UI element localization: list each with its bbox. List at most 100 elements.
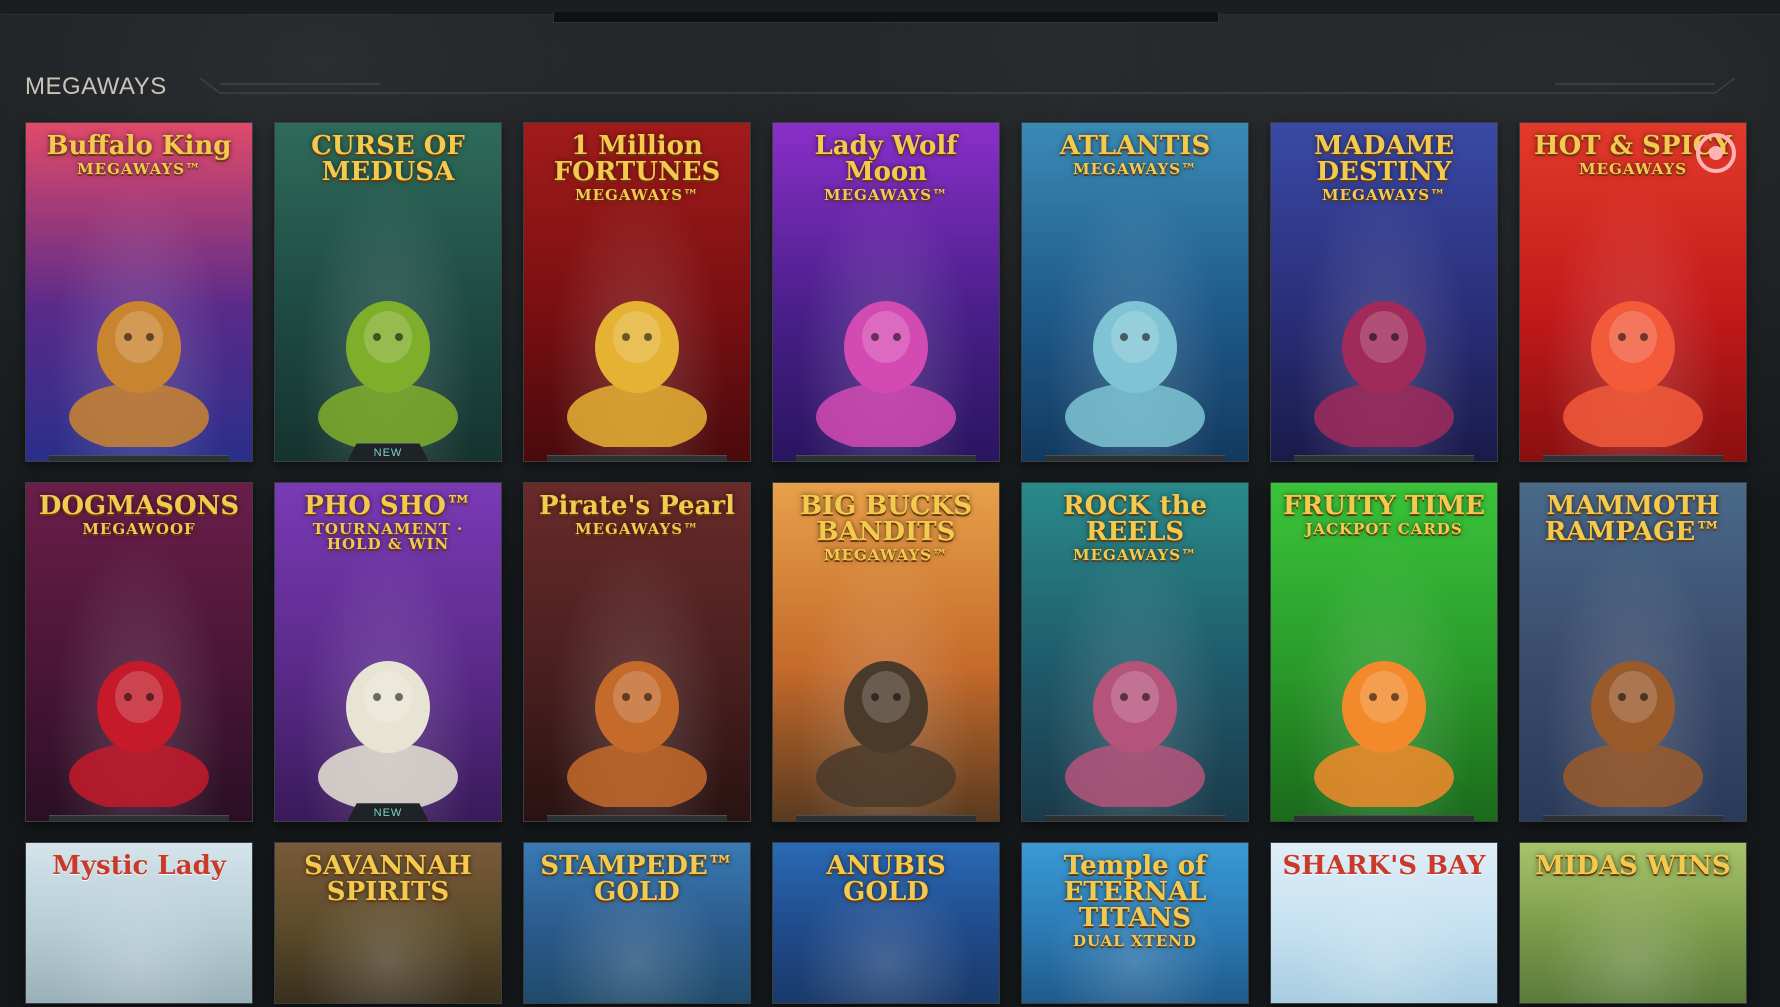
tile-dogmasons-megawoof[interactable]: DOGMASONS MEGAWOOF — [25, 482, 253, 822]
tile-bottom-tab — [49, 815, 229, 821]
tile-bottom-tab — [796, 455, 976, 461]
game-title: Mystic Lady — [26, 853, 252, 879]
tile-bottom-tab — [1045, 455, 1225, 461]
game-title-main: MAMMOTH RAMPAGE™ — [1544, 491, 1722, 547]
tile-sharks-bay[interactable]: SHARK'S BAY — [1270, 842, 1498, 1004]
game-character-art — [69, 301, 209, 447]
tile-big-bucks-bandits-megaways[interactable]: BIG BUCKS BANDITS MEGAWAYS™ — [772, 482, 1000, 822]
game-character-art — [318, 301, 458, 447]
tile-rock-the-reels-megaways[interactable]: ROCK the REELS MEGAWAYS™ — [1021, 482, 1249, 822]
game-title-sub: DUAL XTEND — [1073, 932, 1197, 950]
game-title: 1 Million FORTUNES MEGAWAYS™ — [524, 133, 750, 203]
game-character-art — [1314, 661, 1454, 807]
game-character-art — [318, 661, 458, 807]
game-title: ATLANTIS MEGAWAYS™ — [1022, 133, 1248, 177]
game-title-main: Buffalo King — [46, 131, 232, 161]
tile-lady-wolf-moon-megaways[interactable]: Lady Wolf Moon MEGAWAYS™ — [772, 122, 1000, 462]
new-badge: NEW — [347, 443, 429, 461]
game-title-main: Pirate's Pearl — [539, 491, 735, 521]
tile-bottom-tab — [547, 815, 727, 821]
game-title: DOGMASONS MEGAWOOF — [26, 493, 252, 537]
game-character-art — [567, 661, 707, 807]
game-title: FRUITY TIME JACKPOT CARDS — [1271, 493, 1497, 537]
tile-buffalo-king-megaways[interactable]: Buffalo King MEGAWAYS™ — [25, 122, 253, 462]
game-character-art — [1314, 301, 1454, 447]
tile-bottom-tab — [49, 455, 229, 461]
tile-curse-of-medusa[interactable]: CURSE OF MEDUSA NEW — [274, 122, 502, 462]
game-title: SAVANNAH SPIRITS — [275, 853, 501, 905]
game-title-main: MIDAS WINS — [1535, 851, 1731, 881]
tile-pirates-pearl-megaways[interactable]: Pirate's Pearl MEGAWAYS™ — [523, 482, 751, 822]
casino-lobby-page: MEGAWAYS Buffalo King MEGAWAYS™ CURSE OF M… — [0, 0, 1780, 1007]
tile-hot-and-spicy-megaways[interactable]: HOT & SPICY MEGAWAYS — [1519, 122, 1747, 462]
game-title-main: PHO SHO™ — [304, 491, 472, 521]
tile-bottom-tab — [547, 455, 727, 461]
tile-savannah-spirits[interactable]: SAVANNAH SPIRITS — [274, 842, 502, 1004]
tile-temple-of-eternal-titans[interactable]: Temple of ETERNAL TITANS DUAL XTEND — [1021, 842, 1249, 1004]
game-title-main: ATLANTIS — [1059, 131, 1211, 161]
game-title-main: BIG BUCKS BANDITS — [799, 491, 973, 547]
game-title-main: STAMPEDE™ GOLD — [540, 851, 734, 907]
game-character-art — [1563, 301, 1703, 447]
section-title: MEGAWAYS — [25, 73, 167, 100]
game-character-art — [1065, 661, 1205, 807]
tile-atlantis-megaways[interactable]: ATLANTIS MEGAWAYS™ — [1021, 122, 1249, 462]
game-title-sub: MEGAWAYS™ — [76, 160, 202, 178]
tile-mammoth-rampage[interactable]: MAMMOTH RAMPAGE™ — [1519, 482, 1747, 822]
game-title-sub: MEGAWAYS™ — [1321, 186, 1447, 204]
section-header: MEGAWAYS — [25, 72, 167, 102]
game-title-sub: MEGAWAYS™ — [1072, 160, 1198, 178]
game-character-art — [567, 301, 707, 447]
game-title: Temple of ETERNAL TITANS DUAL XTEND — [1022, 853, 1248, 949]
tile-anubis-gold[interactable]: ANUBIS GOLD — [772, 842, 1000, 1004]
game-title-sub: TOURNAMENT · HOLD & WIN — [312, 520, 464, 553]
game-title-main: DOGMASONS — [38, 491, 240, 521]
game-title: MIDAS WINS — [1520, 853, 1746, 879]
game-title-sub: MEGAWAYS™ — [574, 520, 700, 538]
game-character-art — [816, 661, 956, 807]
game-title: MAMMOTH RAMPAGE™ — [1520, 493, 1746, 545]
game-title: ROCK the REELS MEGAWAYS™ — [1022, 493, 1248, 563]
top-search-bar-edge[interactable] — [553, 12, 1219, 23]
game-title-sub: MEGAWAYS™ — [574, 186, 700, 204]
tile-fruity-time[interactable]: FRUITY TIME JACKPOT CARDS — [1270, 482, 1498, 822]
game-title: PHO SHO™ TOURNAMENT · HOLD & WIN — [275, 493, 501, 552]
game-title-main: FRUITY TIME — [1283, 491, 1485, 521]
game-title-sub: MEGAWAYS™ — [823, 186, 949, 204]
game-title: MADAME DESTINY MEGAWAYS™ — [1271, 133, 1497, 203]
game-title: BIG BUCKS BANDITS MEGAWAYS™ — [773, 493, 999, 563]
game-title-main: SAVANNAH SPIRITS — [304, 851, 472, 907]
tile-bottom-tab — [1543, 815, 1723, 821]
game-title: SHARK'S BAY — [1271, 853, 1497, 879]
game-title-main: MADAME DESTINY — [1313, 131, 1455, 187]
game-title-sub: MEGAWOOF — [82, 520, 196, 538]
game-title-main: Mystic Lady — [52, 851, 226, 881]
game-grid: Buffalo King MEGAWAYS™ CURSE OF MEDUSA NEW 1… — [25, 122, 1747, 1004]
tile-pho-sho[interactable]: PHO SHO™ TOURNAMENT · HOLD & WIN NEW — [274, 482, 502, 822]
game-title: STAMPEDE™ GOLD — [524, 853, 750, 905]
game-character-art — [816, 301, 956, 447]
game-character-art — [69, 661, 209, 807]
tile-bottom-tab — [796, 815, 976, 821]
game-title-main: ROCK the REELS — [1062, 491, 1208, 547]
tile-bottom-tab — [1045, 815, 1225, 821]
game-title-main: Lady Wolf Moon — [814, 131, 958, 187]
tile-madame-destiny-megaways[interactable]: MADAME DESTINY MEGAWAYS™ — [1270, 122, 1498, 462]
tile-mystic-lady[interactable]: Mystic Lady — [25, 842, 253, 1004]
game-title-sub: MEGAWAYS™ — [823, 546, 949, 564]
tile-1-million-fortunes-megaways[interactable]: 1 Million FORTUNES MEGAWAYS™ — [523, 122, 751, 462]
tile-midas-wins[interactable]: MIDAS WINS — [1519, 842, 1747, 1004]
new-badge: NEW — [347, 803, 429, 821]
game-title: Buffalo King MEGAWAYS™ — [26, 133, 252, 177]
tile-stampede-gold[interactable]: STAMPEDE™ GOLD — [523, 842, 751, 1004]
target-icon — [1696, 133, 1736, 173]
game-title-main: 1 Million FORTUNES — [553, 131, 721, 187]
game-character-art — [1563, 661, 1703, 807]
game-title: Lady Wolf Moon MEGAWAYS™ — [773, 133, 999, 203]
game-title-main: ANUBIS GOLD — [826, 851, 946, 907]
game-title-main: Temple of ETERNAL TITANS — [1063, 851, 1207, 933]
game-title: CURSE OF MEDUSA — [275, 133, 501, 185]
tile-bottom-tab — [1294, 455, 1474, 461]
tile-bottom-tab — [1294, 815, 1474, 821]
section-divider — [200, 78, 1735, 94]
